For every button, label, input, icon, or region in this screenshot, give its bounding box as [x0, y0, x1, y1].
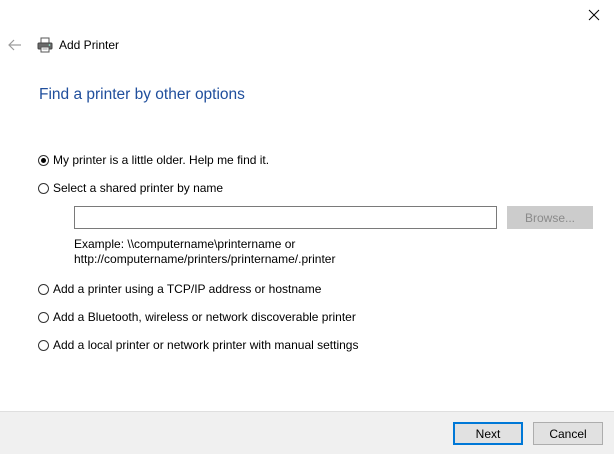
page-heading: Find a printer by other options	[39, 86, 245, 103]
window-title: Add Printer	[59, 38, 120, 52]
radio-button[interactable]	[38, 283, 49, 295]
option-label: Select a shared printer by name	[53, 181, 224, 195]
browse-button[interactable]: Browse...	[507, 206, 593, 229]
radio-button[interactable]	[38, 311, 49, 323]
back-arrow-icon	[8, 39, 21, 51]
option-local-manual[interactable]: Add a local printer or network printer w…	[38, 338, 358, 352]
close-button[interactable]	[582, 4, 606, 26]
radio-button[interactable]	[38, 182, 49, 194]
option-label: Add a local printer or network printer w…	[53, 338, 359, 352]
shared-printer-name-input[interactable]	[74, 206, 497, 229]
example-line-1: Example: \\computername\printername or	[74, 237, 296, 251]
close-icon	[588, 9, 600, 21]
back-button[interactable]	[6, 36, 24, 54]
option-older-printer[interactable]: My printer is a little older. Help me fi…	[38, 153, 269, 167]
option-label: Add a Bluetooth, wireless or network dis…	[53, 310, 356, 324]
printer-icon	[37, 37, 53, 53]
next-button[interactable]: Next	[453, 422, 523, 445]
radio-button[interactable]	[38, 154, 49, 166]
option-label: Add a printer using a TCP/IP address or …	[53, 282, 322, 296]
option-tcpip[interactable]: Add a printer using a TCP/IP address or …	[38, 282, 321, 296]
cancel-button[interactable]: Cancel	[533, 422, 603, 445]
dialog-footer: Next Cancel	[0, 411, 614, 454]
option-shared-printer[interactable]: Select a shared printer by name	[38, 181, 223, 195]
radio-button[interactable]	[38, 339, 49, 351]
example-line-2: http://computername/printers/printername…	[74, 252, 336, 266]
example-text: Example: \\computername\printername or h…	[74, 237, 335, 267]
option-bluetooth-wireless[interactable]: Add a Bluetooth, wireless or network dis…	[38, 310, 356, 324]
option-label: My printer is a little older. Help me fi…	[53, 153, 270, 167]
